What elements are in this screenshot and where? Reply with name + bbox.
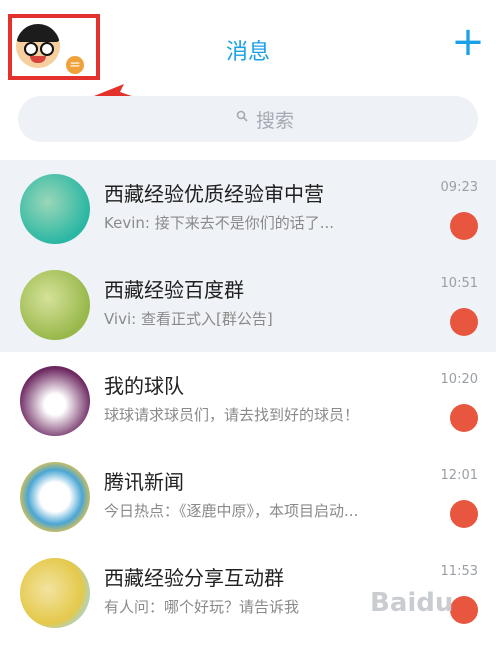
chat-preview: 今日热点：《逐鹿中原》，本项目启动... bbox=[104, 502, 359, 520]
search-icon bbox=[236, 110, 248, 122]
unread-badge bbox=[450, 212, 478, 240]
search-placeholder: 搜索 bbox=[256, 110, 295, 132]
chat-avatar bbox=[20, 462, 90, 532]
chat-title: 腾讯新闻 bbox=[104, 470, 184, 494]
chat-time: 11:53 bbox=[440, 564, 478, 579]
chat-row[interactable]: 西藏经验优质经验审中营 Kevin: 接下来去不是你们的话了... 09:23 bbox=[0, 160, 496, 256]
chat-avatar bbox=[20, 174, 90, 244]
chat-avatar bbox=[20, 270, 90, 340]
page-title: 消息 bbox=[225, 40, 270, 65]
chat-preview: Kevin: 接下来去不是你们的话了... bbox=[104, 214, 334, 232]
top-bar: = 消息 + bbox=[0, 0, 496, 96]
chat-row[interactable]: 我的球队 球球请求球员们，请去找到好的球员！ 10:20 bbox=[0, 352, 496, 448]
chat-avatar bbox=[20, 366, 90, 436]
chat-row[interactable]: 西藏经验百度群 Vivi: 查看正式入[群公告] 10:51 bbox=[0, 256, 496, 352]
unread-badge bbox=[450, 404, 478, 432]
chat-avatar bbox=[20, 558, 90, 628]
chat-time: 10:51 bbox=[440, 276, 478, 291]
chat-time: 10:20 bbox=[440, 372, 478, 387]
search-bar[interactable]: 搜索 bbox=[18, 96, 478, 142]
chat-preview: Vivi: 查看正式入[群公告] bbox=[104, 310, 273, 328]
chat-list: 西藏经验优质经验审中营 Kevin: 接下来去不是你们的话了... 09:23 … bbox=[0, 160, 496, 640]
chat-time: 12:01 bbox=[440, 468, 478, 483]
unread-badge bbox=[450, 500, 478, 528]
chat-title: 我的球队 bbox=[104, 374, 184, 398]
watermark-logo: Baidu bbox=[370, 588, 454, 618]
add-button[interactable]: + bbox=[448, 22, 488, 62]
chat-title: 西藏经验百度群 bbox=[104, 278, 244, 302]
chat-title: 西藏经验分享互动群 bbox=[104, 566, 284, 590]
chat-time: 09:23 bbox=[440, 180, 478, 195]
unread-badge bbox=[450, 308, 478, 336]
chat-preview: 球球请求球员们，请去找到好的球员！ bbox=[104, 406, 360, 424]
chat-row[interactable]: 腾讯新闻 今日热点：《逐鹿中原》，本项目启动... 12:01 bbox=[0, 448, 496, 544]
chat-title: 西藏经验优质经验审中营 bbox=[104, 182, 324, 206]
